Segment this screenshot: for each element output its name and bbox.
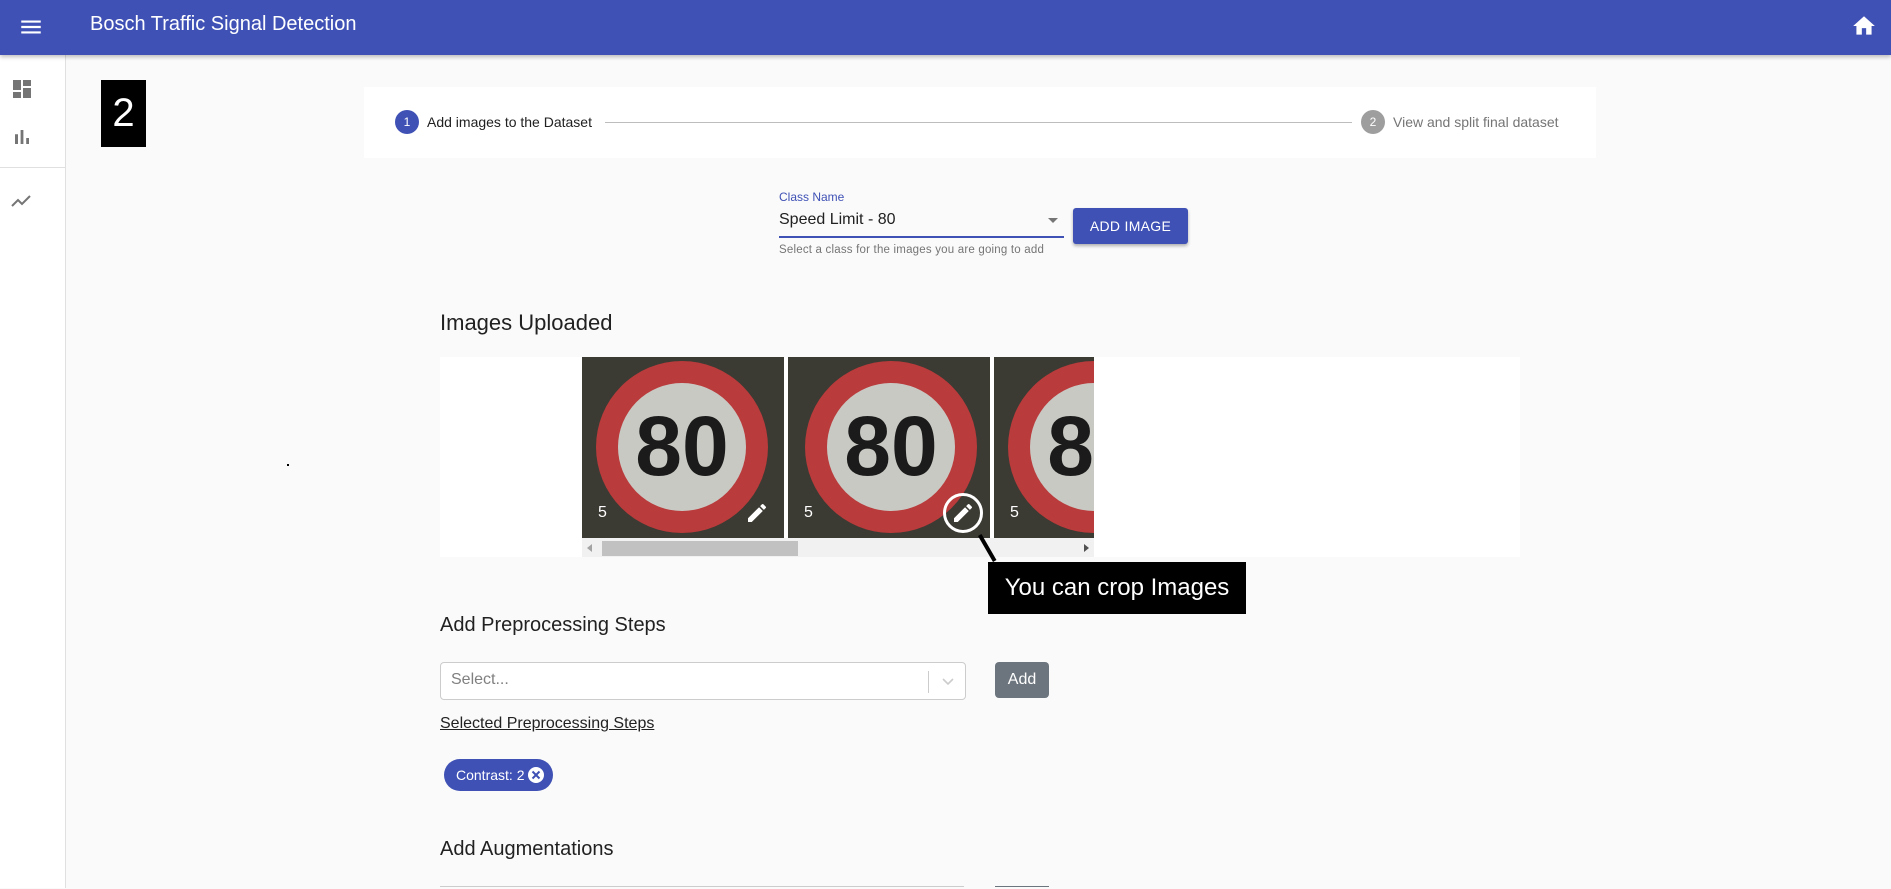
step-2-label[interactable]: View and split final dataset bbox=[1393, 114, 1559, 130]
sign-text: 80 bbox=[844, 399, 937, 493]
image-count: 5 bbox=[804, 504, 813, 521]
dashboard-icon[interactable] bbox=[10, 77, 34, 101]
stray-dot bbox=[287, 464, 289, 466]
image-tile[interactable]: 80 5 bbox=[582, 357, 784, 538]
sidebar bbox=[0, 55, 66, 888]
sign-text: 80 bbox=[1047, 399, 1094, 493]
chip-label: Contrast: 2 bbox=[456, 767, 525, 783]
step-2-circle[interactable]: 2 bbox=[1361, 110, 1385, 134]
image-count: 5 bbox=[598, 504, 607, 521]
preprocessing-select[interactable]: Select... bbox=[440, 662, 966, 700]
image-tile[interactable]: 80 5 bbox=[994, 357, 1094, 538]
augmentations-title: Add Augmentations bbox=[440, 838, 614, 860]
step-number-badge: 2 bbox=[101, 80, 146, 147]
menu-icon[interactable] bbox=[18, 14, 44, 40]
stepper-connector bbox=[605, 122, 1352, 123]
edit-pencil-icon[interactable] bbox=[745, 501, 769, 525]
dropdown-arrow-icon bbox=[1048, 218, 1058, 223]
gallery-scrollbar[interactable] bbox=[582, 538, 1094, 557]
class-name-select[interactable]: Speed Limit - 80 bbox=[779, 208, 1064, 238]
sidebar-divider bbox=[0, 167, 65, 168]
bar-chart-icon[interactable] bbox=[10, 125, 34, 149]
class-name-label: Class Name bbox=[779, 190, 845, 204]
preprocessing-title: Add Preprocessing Steps bbox=[440, 614, 666, 636]
images-uploaded-title: Images Uploaded bbox=[440, 310, 613, 335]
speed-limit-sign-image: 80 bbox=[994, 357, 1094, 538]
chip-remove-icon[interactable] bbox=[527, 766, 545, 784]
app-title: Bosch Traffic Signal Detection bbox=[90, 13, 357, 35]
crop-tooltip: You can crop Images bbox=[988, 562, 1246, 614]
scroll-left-arrow-icon[interactable] bbox=[587, 544, 592, 552]
home-icon[interactable] bbox=[1851, 13, 1877, 39]
stepper: 1 Add images to the Dataset 2 View and s… bbox=[364, 87, 1596, 158]
add-image-button[interactable]: ADD IMAGE bbox=[1073, 208, 1188, 244]
trending-up-icon[interactable] bbox=[10, 188, 34, 212]
image-count: 5 bbox=[1010, 504, 1019, 521]
step-1-label[interactable]: Add images to the Dataset bbox=[427, 114, 592, 130]
add-preprocessing-button[interactable]: Add bbox=[995, 662, 1049, 698]
selected-preprocessing-link[interactable]: Selected Preprocessing Steps bbox=[440, 715, 654, 733]
scroll-right-arrow-icon[interactable] bbox=[1084, 544, 1089, 552]
sign-text: 80 bbox=[635, 399, 728, 493]
select-separator bbox=[928, 671, 929, 693]
class-name-field: Class Name Speed Limit - 80 Select a cla… bbox=[779, 190, 1064, 256]
image-gallery: 80 5 80 5 80 5 bbox=[582, 357, 1094, 538]
chevron-down-icon[interactable] bbox=[938, 671, 958, 691]
app-bar: Bosch Traffic Signal Detection bbox=[0, 0, 1891, 55]
tooltip-highlight-ring bbox=[943, 493, 983, 533]
preprocessing-placeholder: Select... bbox=[451, 671, 509, 688]
step-1-circle[interactable]: 1 bbox=[395, 110, 419, 134]
preprocessing-chip: Contrast: 2 bbox=[444, 759, 553, 791]
scrollbar-thumb[interactable] bbox=[602, 541, 798, 556]
class-name-helper: Select a class for the images you are go… bbox=[779, 244, 1045, 256]
class-name-value: Speed Limit - 80 bbox=[779, 211, 896, 228]
